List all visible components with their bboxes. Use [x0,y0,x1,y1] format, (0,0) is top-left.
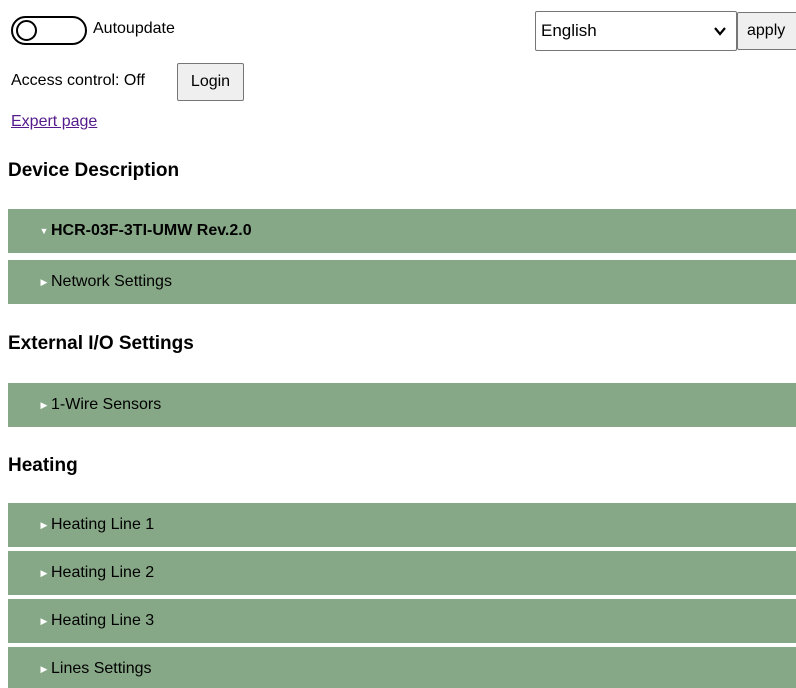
toggle-knob[interactable] [16,20,37,41]
language-select[interactable]: English [535,11,737,51]
panel-1-wire-sensors[interactable]: ▶ 1-Wire Sensors [8,383,796,427]
panel-device-model[interactable]: ▼ HCR-03F-3TI-UMW Rev.2.0 [8,209,796,253]
panel-label: Network Settings [51,273,172,290]
triangle-right-icon: ▶ [40,567,48,578]
panel-network-settings[interactable]: ▶ Network Settings [8,260,796,304]
section-heading-heating: Heating [8,455,78,476]
panel-label: Lines Settings [51,660,152,677]
apply-button[interactable]: apply [737,12,796,50]
panel-heating-line-3[interactable]: ▶ Heating Line 3 [8,599,796,643]
autoupdate-toggle[interactable] [11,16,87,45]
language-selected-value: English [541,21,597,40]
autoupdate-toggle-row [11,16,87,45]
triangle-right-icon: ▶ [40,615,48,626]
access-control-status: Access control: Off [11,72,145,89]
triangle-right-icon: ▶ [40,519,48,530]
triangle-right-icon: ▶ [40,399,48,410]
page: Autoupdate English apply Access control:… [0,0,796,688]
panel-label: Heating Line 1 [51,516,155,533]
panel-label: HCR-03F-3TI-UMW Rev.2.0 [51,222,252,239]
triangle-right-icon: ▶ [40,276,48,287]
section-heading-external-io: External I/O Settings [8,333,194,354]
panel-heating-line-2[interactable]: ▶ Heating Line 2 [8,551,796,595]
chevron-down-icon [714,27,726,36]
panel-label: 1-Wire Sensors [51,396,162,413]
panel-lines-settings[interactable]: ▶ Lines Settings [8,647,796,688]
login-button[interactable]: Login [177,63,244,101]
section-heading-device-description: Device Description [8,160,180,181]
autoupdate-label: Autoupdate [93,20,175,37]
triangle-right-icon: ▶ [40,663,48,674]
panel-heating-line-1[interactable]: ▶ Heating Line 1 [8,503,796,547]
panel-label: Heating Line 3 [51,612,155,629]
panel-label: Heating Line 2 [51,564,155,581]
expert-page-link[interactable]: Expert page [11,113,97,131]
triangle-down-icon: ▼ [39,226,49,236]
